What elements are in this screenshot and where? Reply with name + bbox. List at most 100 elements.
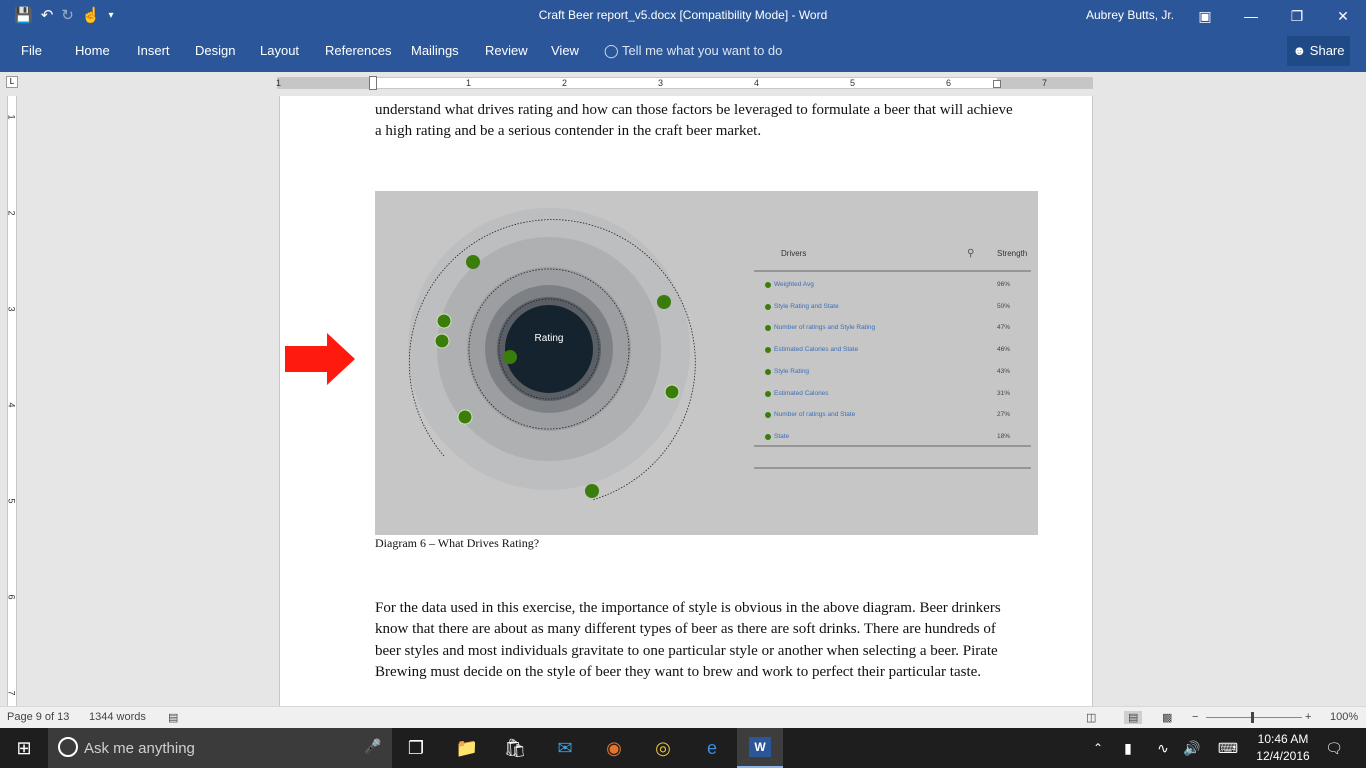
driver-dot-icon	[765, 325, 771, 331]
driver-name: Weighted Avg	[774, 281, 814, 288]
tab-mailings[interactable]: Mailings	[411, 43, 459, 58]
zoom-out-icon[interactable]: −	[1192, 711, 1198, 723]
chrome-icon[interactable]: ◎	[651, 736, 675, 760]
zoom-level[interactable]: 100%	[1330, 711, 1358, 723]
strength-column-header: Strength	[997, 249, 1028, 258]
edge-icon[interactable]: e	[700, 736, 724, 760]
firefox-icon[interactable]: ◉	[602, 736, 626, 760]
proofing-icon[interactable]: ▤	[168, 711, 178, 724]
minimize-icon[interactable]: —	[1236, 4, 1266, 28]
show-hidden-icons-icon[interactable]: ⌃	[1086, 736, 1110, 760]
driver-name: State	[774, 433, 790, 440]
clock-date: 12/4/2016	[1256, 749, 1310, 763]
tab-insert[interactable]: Insert	[137, 43, 170, 58]
diagram-image[interactable]: Rating Drivers ⚲ Strength Weighted Avg 9…	[375, 191, 1038, 535]
ruler-number: 5	[850, 78, 856, 88]
cortana-search-box[interactable]: Ask me anything 🎤	[48, 728, 392, 768]
ruler-number: 2	[6, 210, 17, 216]
microphone-icon[interactable]: 🎤	[364, 738, 381, 755]
driver-name: Number of ratings and Style Rating	[774, 324, 876, 331]
tab-references[interactable]: References	[325, 43, 391, 58]
person-icon: ☻	[1292, 43, 1307, 58]
tab-design[interactable]: Design	[195, 43, 235, 58]
driver-strength: 47%	[997, 324, 1011, 331]
tab-file[interactable]: File	[21, 43, 42, 58]
page-count[interactable]: Page 9 of 13	[7, 711, 69, 723]
customize-qat-icon[interactable]: ▾	[109, 6, 114, 26]
tab-selector-icon[interactable]: L	[6, 76, 18, 88]
ruler-number: 4	[6, 402, 17, 408]
action-center-icon[interactable]: 🗨	[1322, 736, 1346, 760]
user-name[interactable]: Aubrey Butts, Jr.	[1086, 8, 1174, 22]
restore-icon[interactable]: ❐	[1282, 4, 1312, 28]
start-windows-icon[interactable]: ⊞	[12, 736, 36, 760]
save-icon[interactable]: 💾	[14, 6, 33, 26]
undo-icon[interactable]: ↶	[41, 6, 54, 26]
cortana-icon	[58, 737, 78, 757]
word-icon: W	[749, 737, 771, 757]
ruler-number: 4	[754, 78, 760, 88]
document-page[interactable]: understand what drives rating and how ca…	[279, 96, 1093, 706]
ribbon-display-options-icon[interactable]: ▣	[1190, 4, 1220, 28]
zoom-slider[interactable]	[1206, 712, 1302, 723]
driver-dot-icon	[765, 369, 771, 375]
redo-icon[interactable]: ↻	[61, 6, 74, 26]
network-icon[interactable]: ∿	[1151, 736, 1175, 760]
battery-icon[interactable]: ▮	[1116, 736, 1140, 760]
touch-mode-icon[interactable]: ☝	[82, 6, 101, 26]
ruler-number: 2	[562, 78, 568, 88]
indent-marker-icon[interactable]	[369, 76, 377, 90]
tab-view[interactable]: View	[551, 43, 579, 58]
read-mode-icon[interactable]: ◫	[1086, 711, 1096, 724]
driver-row: Style Rating and State 50%	[765, 300, 1033, 314]
rating-orbit-graphic	[408, 208, 1031, 501]
tell-me-box[interactable]: ◯ Tell me what you want to do	[604, 43, 782, 59]
rating-center-label: Rating	[534, 333, 564, 344]
file-explorer-icon[interactable]: 📁	[455, 736, 479, 760]
tab-home[interactable]: Home	[75, 43, 110, 58]
store-icon[interactable]: 🛍	[503, 736, 527, 760]
tab-layout[interactable]: Layout	[260, 43, 299, 58]
body-paragraph[interactable]: understand what drives rating and how ca…	[375, 100, 1015, 143]
ruler-number: 5	[6, 498, 17, 504]
driver-strength: 43%	[997, 368, 1011, 375]
volume-icon[interactable]: 🔊	[1180, 736, 1204, 760]
task-view-icon[interactable]: ❐	[404, 736, 428, 760]
clock-time: 10:46 AM	[1257, 732, 1309, 746]
driver-name: Number of ratings and State	[774, 411, 856, 418]
drivers-column-header: Drivers	[781, 249, 807, 258]
driver-dot-icon	[765, 434, 771, 440]
horizontal-ruler[interactable]: 1 1 2 3 4 5 6 7	[276, 76, 1093, 90]
vertical-ruler[interactable]: 1 2 3 4 5 6 7	[7, 96, 17, 706]
lightbulb-icon: ◯	[604, 43, 619, 58]
driver-dot-icon	[765, 391, 771, 397]
title-bar: 💾 ↶ ↻ ☝ ▾ Craft Beer report_v5.docx [Com…	[0, 0, 1366, 32]
word-count[interactable]: 1344 words	[89, 711, 146, 723]
driver-name: Style Rating and State	[774, 303, 839, 310]
driver-strength: 46%	[997, 346, 1011, 353]
word-taskbar-button[interactable]: W	[737, 728, 783, 768]
keyboard-icon[interactable]: ⌨	[1216, 736, 1240, 760]
body-paragraph[interactable]: For the data used in this exercise, the …	[375, 598, 1005, 684]
system-clock[interactable]: 10:46 AM 12/4/2016	[1250, 731, 1316, 765]
right-indent-marker-icon[interactable]	[993, 80, 1001, 88]
driver-row: Number of ratings and Style Rating 47%	[765, 321, 1033, 335]
status-bar: Page 9 of 13 1344 words ▤ ◫ ▤ ▩ − + 100%	[0, 706, 1366, 728]
driver-name: Style Rating	[774, 368, 810, 375]
quick-access-toolbar: 💾 ↶ ↻ ☝ ▾	[14, 6, 114, 26]
close-icon[interactable]: ✕	[1328, 4, 1358, 28]
driver-strength: 96%	[997, 281, 1011, 288]
ruler-number: 1	[466, 78, 472, 88]
ruler-number: 3	[658, 78, 664, 88]
tab-review[interactable]: Review	[485, 43, 528, 58]
print-layout-icon[interactable]: ▤	[1124, 711, 1143, 724]
driver-row: Style Rating 43%	[765, 365, 1033, 379]
mail-icon[interactable]: ✉	[553, 736, 577, 760]
share-button[interactable]: ☻ Share	[1287, 36, 1350, 66]
driver-strength: 27%	[997, 411, 1011, 418]
zoom-slider-thumb[interactable]	[1251, 712, 1254, 723]
driver-row: State 18%	[765, 430, 1033, 444]
web-layout-icon[interactable]: ▩	[1162, 711, 1172, 724]
diagram-caption[interactable]: Diagram 6 – What Drives Rating?	[375, 536, 539, 551]
zoom-in-icon[interactable]: +	[1305, 711, 1311, 723]
